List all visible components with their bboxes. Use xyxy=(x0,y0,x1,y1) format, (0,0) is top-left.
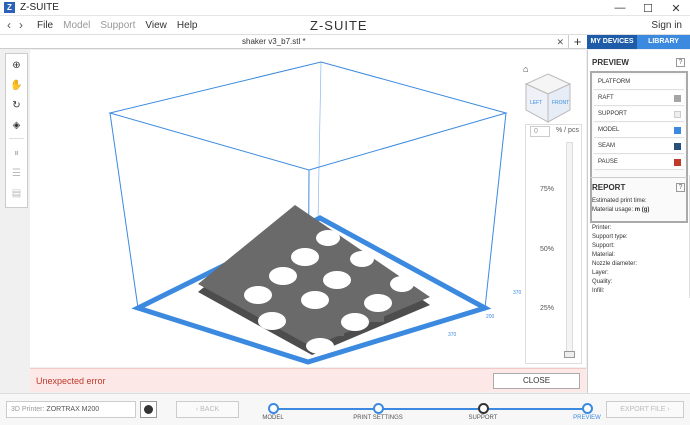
sign-in-link[interactable]: Sign in xyxy=(651,20,682,31)
raft-color-swatch xyxy=(674,95,681,102)
report-infill: Infill: xyxy=(592,288,605,294)
report-scrollbar[interactable] xyxy=(686,175,690,298)
side-tabs: MY DEVICES LIBRARY xyxy=(587,35,690,49)
preview-item-platform[interactable]: PLATFORM xyxy=(594,75,684,90)
preview-item-model[interactable]: MODEL xyxy=(594,123,684,138)
layer-slider-thumb[interactable] xyxy=(564,351,575,358)
step-print-settings-label: PRINT SETTINGS xyxy=(353,415,403,421)
report-material: Material: xyxy=(592,252,616,258)
seam-color-swatch xyxy=(674,143,681,150)
minimize-button[interactable]: — xyxy=(606,0,634,16)
axis-label-left-a: 370 xyxy=(448,332,457,338)
menu-view[interactable]: View xyxy=(145,20,167,31)
menu-model[interactable]: Model xyxy=(63,20,90,31)
error-banner: Unexpected error CLOSE xyxy=(30,368,586,392)
preview-item-seam[interactable]: SEAM xyxy=(594,139,684,154)
bottom-bar: 3D Printer: ZORTRAX M200 ‹ BACK MODEL PR… xyxy=(0,393,690,425)
printer-status-icon xyxy=(144,405,153,414)
report-help-icon[interactable]: ? xyxy=(676,183,685,192)
step-model-label: MODEL xyxy=(262,415,284,421)
report-printer: Printer: xyxy=(592,225,612,231)
layer-slider-track[interactable] xyxy=(566,142,573,357)
tab-library[interactable]: LIBRARY xyxy=(637,35,690,49)
report-heading: REPORT xyxy=(592,183,626,192)
tab-bar: shaker v3_b7.stl * ✕ + xyxy=(0,35,587,49)
maximize-button[interactable]: ☐ xyxy=(634,0,662,16)
tab-file[interactable]: shaker v3_b7.stl * ✕ xyxy=(234,35,566,49)
slider-tick-50: 50% xyxy=(540,246,555,253)
title-bar: Z Z-SUITE — ☐ ✕ xyxy=(0,0,690,16)
cube-left-label: LEFT xyxy=(530,100,542,106)
layer-value-input[interactable]: 0 xyxy=(530,126,550,137)
preview-heading: PREVIEW xyxy=(592,58,629,67)
report-material-usage: Material usage: m (g) xyxy=(592,207,650,213)
preview-item-pause[interactable]: PAUSE xyxy=(594,155,684,170)
preview-item-support[interactable]: SUPPORT xyxy=(594,107,684,122)
rotate-icon[interactable]: ↻ xyxy=(8,97,25,114)
view-cube-icon[interactable]: LEFT FRONT xyxy=(520,70,576,126)
menu-support[interactable]: Support xyxy=(100,20,135,31)
close-tab-icon[interactable]: ✕ xyxy=(556,35,564,49)
window-title: Z-SUITE xyxy=(20,2,59,13)
printer-status-button[interactable] xyxy=(140,401,157,418)
layer-unit-label: % / pcs xyxy=(556,127,579,134)
add-tab-button[interactable]: + xyxy=(568,35,586,49)
menu-bar: ‹ › File Model Support View Help Z-SUITE… xyxy=(0,16,690,35)
report-support-type: Support type: xyxy=(592,234,628,240)
report-support: Support: xyxy=(592,243,615,249)
close-error-button[interactable]: CLOSE xyxy=(493,373,580,389)
build-volume-render: 370 200 370 xyxy=(108,61,522,365)
menu-help[interactable]: Help xyxy=(177,20,198,31)
model-color-swatch xyxy=(674,127,681,134)
layers-icon[interactable]: ☰ xyxy=(8,165,25,182)
app-logo-icon: Z xyxy=(4,2,15,13)
pause-color-swatch xyxy=(674,159,681,166)
preview-panel: PREVIEW ? PLATFORM RAFT SUPPORT MODEL SE… xyxy=(587,50,690,393)
pause-icon[interactable]: ⏸ xyxy=(8,145,25,162)
report-print-time: Estimated print time: xyxy=(592,198,647,204)
nav-forward-icon[interactable]: › xyxy=(15,18,27,32)
support-color-swatch xyxy=(674,111,681,118)
tab-file-label: shaker v3_b7.stl * xyxy=(242,37,306,46)
workflow-progress-line xyxy=(272,408,588,410)
export-file-button[interactable]: EXPORT FILE › xyxy=(606,401,684,418)
step-model-dot[interactable] xyxy=(268,403,279,414)
step-preview-dot[interactable] xyxy=(582,403,593,414)
slider-tick-25: 25% xyxy=(540,305,555,312)
error-message: Unexpected error xyxy=(36,376,106,386)
close-window-button[interactable]: ✕ xyxy=(662,0,690,16)
axis-label-right: 370 xyxy=(513,290,522,296)
pan-icon[interactable]: ✋ xyxy=(8,77,25,94)
slider-tick-75: 75% xyxy=(540,186,555,193)
step-support-label: SUPPORT xyxy=(468,415,498,421)
step-print-settings-dot[interactable] xyxy=(373,403,384,414)
grid-icon[interactable]: ▤ xyxy=(8,185,25,202)
toolbar-divider xyxy=(9,138,24,139)
preview-item-raft[interactable]: RAFT xyxy=(594,91,684,106)
cube-front-label: FRONT xyxy=(552,100,569,106)
panel-divider xyxy=(590,177,687,178)
report-layer: Layer: xyxy=(592,270,609,276)
tab-my-devices[interactable]: MY DEVICES xyxy=(587,35,637,49)
nav-back-icon[interactable]: ‹ xyxy=(3,18,15,32)
report-quality: Quality: xyxy=(592,279,613,285)
3d-viewport[interactable]: 370 200 370 ⌂ LEFT FRONT xyxy=(30,50,586,367)
layer-slider-panel xyxy=(525,124,582,364)
back-button[interactable]: ‹ BACK xyxy=(176,401,239,418)
brand-logo: Z-SUITE xyxy=(310,18,368,33)
preview-help-icon[interactable]: ? xyxy=(676,58,685,67)
printer-select[interactable]: 3D Printer: ZORTRAX M200 xyxy=(6,401,136,418)
left-toolbar: ⊕ ✋ ↻ ◈ ⏸ ☰ ▤ xyxy=(5,53,28,208)
menu-file[interactable]: File xyxy=(37,20,53,31)
report-nozzle: Nozzle diameter: xyxy=(592,261,638,267)
axis-label-left-b: 200 xyxy=(486,314,495,320)
step-support-lock-icon[interactable] xyxy=(478,403,489,414)
view-icon[interactable]: ◈ xyxy=(8,117,25,134)
zoom-icon[interactable]: ⊕ xyxy=(8,57,25,74)
